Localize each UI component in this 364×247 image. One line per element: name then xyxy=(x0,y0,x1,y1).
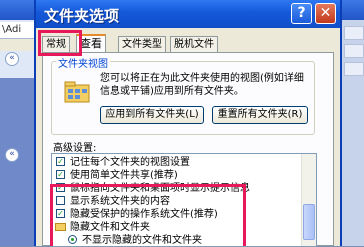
list-item[interactable]: ✓ 使用简单文件共享(推荐) xyxy=(52,169,302,182)
folder-views-icon xyxy=(64,81,90,103)
background-row xyxy=(344,62,364,76)
folder-views-description: 您可以将正在为此文件夹使用的视图(例如详细信息或平铺)应用到所有文件夹。 xyxy=(100,73,304,97)
advanced-settings-label: 高级设置: xyxy=(53,143,97,154)
apply-to-all-folders-button[interactable]: 应用到所有文件夹(L) xyxy=(100,106,204,124)
background-row xyxy=(344,44,364,58)
checkbox[interactable]: ✓ xyxy=(56,157,65,166)
tab-offline-files[interactable]: 脱机文件 xyxy=(170,36,218,52)
tab-file-types[interactable]: 文件类型 xyxy=(118,36,166,52)
list-item-label: 使用简单文件共享(推荐) xyxy=(70,170,178,181)
list-item[interactable]: ✓ 记住每个文件夹的视图设置 xyxy=(52,156,302,169)
hidden-files-highlight xyxy=(50,184,246,246)
background-row xyxy=(344,26,364,40)
folder-views-group: 文件夹视图 您可以将正在为此文件夹使用的视图(例如详细信息或平铺)应用到所有文件… xyxy=(51,55,315,135)
collapse-chevron-icon[interactable]: « xyxy=(5,52,19,66)
reset-all-folders-button[interactable]: 重置所有文件夹(R) xyxy=(212,106,308,124)
background-window-right xyxy=(342,0,364,246)
scrollbar-thumb[interactable] xyxy=(303,204,315,240)
collapse-chevron-icon[interactable]: « xyxy=(5,148,19,162)
background-titlebar xyxy=(342,0,364,20)
checkbox[interactable]: ✓ xyxy=(56,170,65,179)
list-item-label: 记住每个文件夹的视图设置 xyxy=(70,157,190,168)
dialog-title: 文件夹选项 xyxy=(44,7,120,25)
view-tab-highlight xyxy=(38,30,82,56)
help-button[interactable]: ? xyxy=(291,3,312,24)
close-button[interactable]: ✕ xyxy=(315,3,336,24)
folder-views-legend: 文件夹视图 xyxy=(56,55,110,70)
vertical-scrollbar[interactable] xyxy=(301,154,316,246)
tab-strip: 常规 查看 文件类型 脱机文件 xyxy=(42,34,332,53)
dialog-titlebar[interactable]: 文件夹选项 ? ✕ xyxy=(36,0,340,28)
